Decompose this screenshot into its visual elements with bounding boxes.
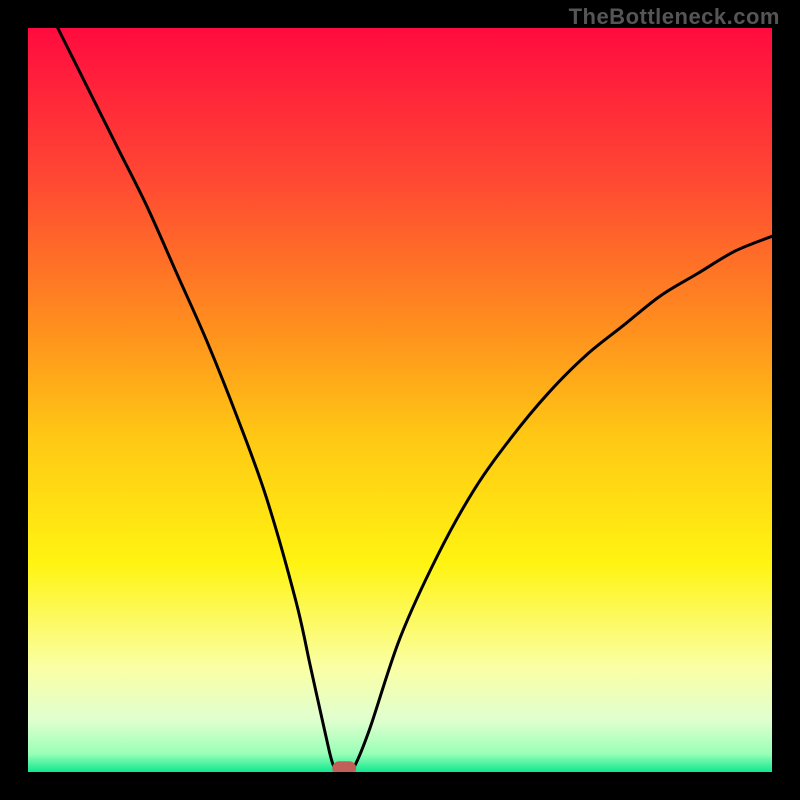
plot-area bbox=[28, 28, 772, 772]
chart-svg bbox=[28, 28, 772, 772]
plot-frame bbox=[28, 28, 772, 772]
optimal-marker bbox=[332, 761, 356, 772]
watermark-text: TheBottleneck.com bbox=[569, 4, 780, 30]
chart-container: TheBottleneck.com bbox=[0, 0, 800, 800]
